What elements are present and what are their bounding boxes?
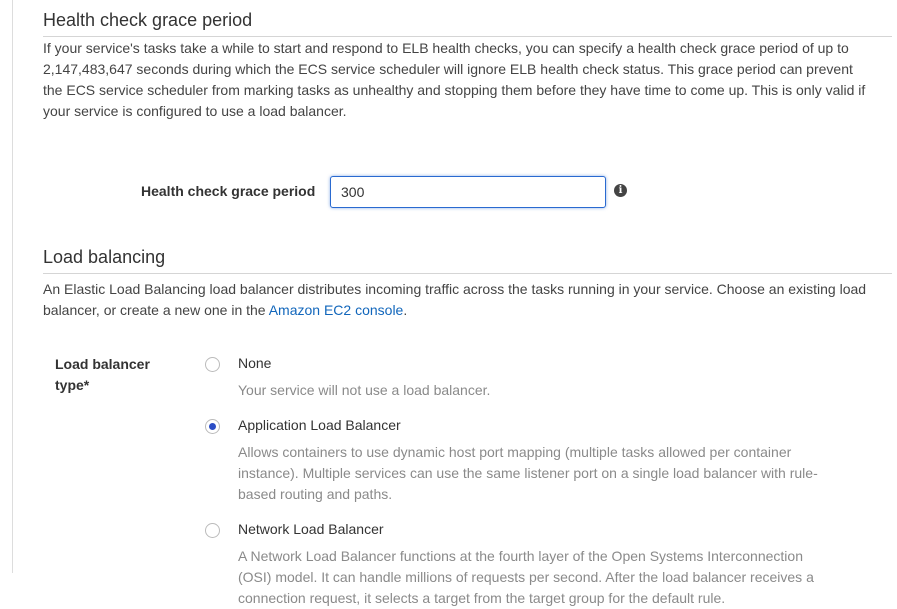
health-check-section-title: Health check grace period [43,10,253,30]
health-check-description: If your service's tasks take a while to … [43,40,866,119]
load-balancing-section-title: Load balancing [43,247,166,267]
radio-description-network-load-balancer: A Network Load Balancer functions at the… [238,548,814,606]
info-icon[interactable]: i [614,184,627,197]
amazon-ec2-console-link[interactable]: Amazon EC2 console [269,302,404,318]
health-check-field-label: Health check grace period [141,183,316,199]
radio-none[interactable] [205,357,220,372]
load-balancing-description: An Elastic Load Balancing load balancer … [43,279,873,321]
load-balancer-type-label: Load balancer type* [55,356,150,393]
radio-network-load-balancer[interactable] [205,523,220,538]
health-check-grace-period-input[interactable] [330,176,606,208]
load-balancing-description-text: An Elastic Load Balancing load balancer … [43,281,867,318]
radio-label-none[interactable]: None [238,355,271,371]
section-divider [43,36,892,37]
radio-label-application-load-balancer[interactable]: Application Load Balancer [238,417,401,433]
radio-label-network-load-balancer[interactable]: Network Load Balancer [238,521,384,537]
radio-description-none: Your service will not use a load balance… [238,382,491,398]
radio-description-application-load-balancer: Allows containers to use dynamic host po… [238,444,818,502]
left-border [12,0,13,573]
radio-application-load-balancer[interactable] [205,419,220,434]
section-divider [43,273,892,274]
load-balancing-description-end: . [403,302,408,318]
